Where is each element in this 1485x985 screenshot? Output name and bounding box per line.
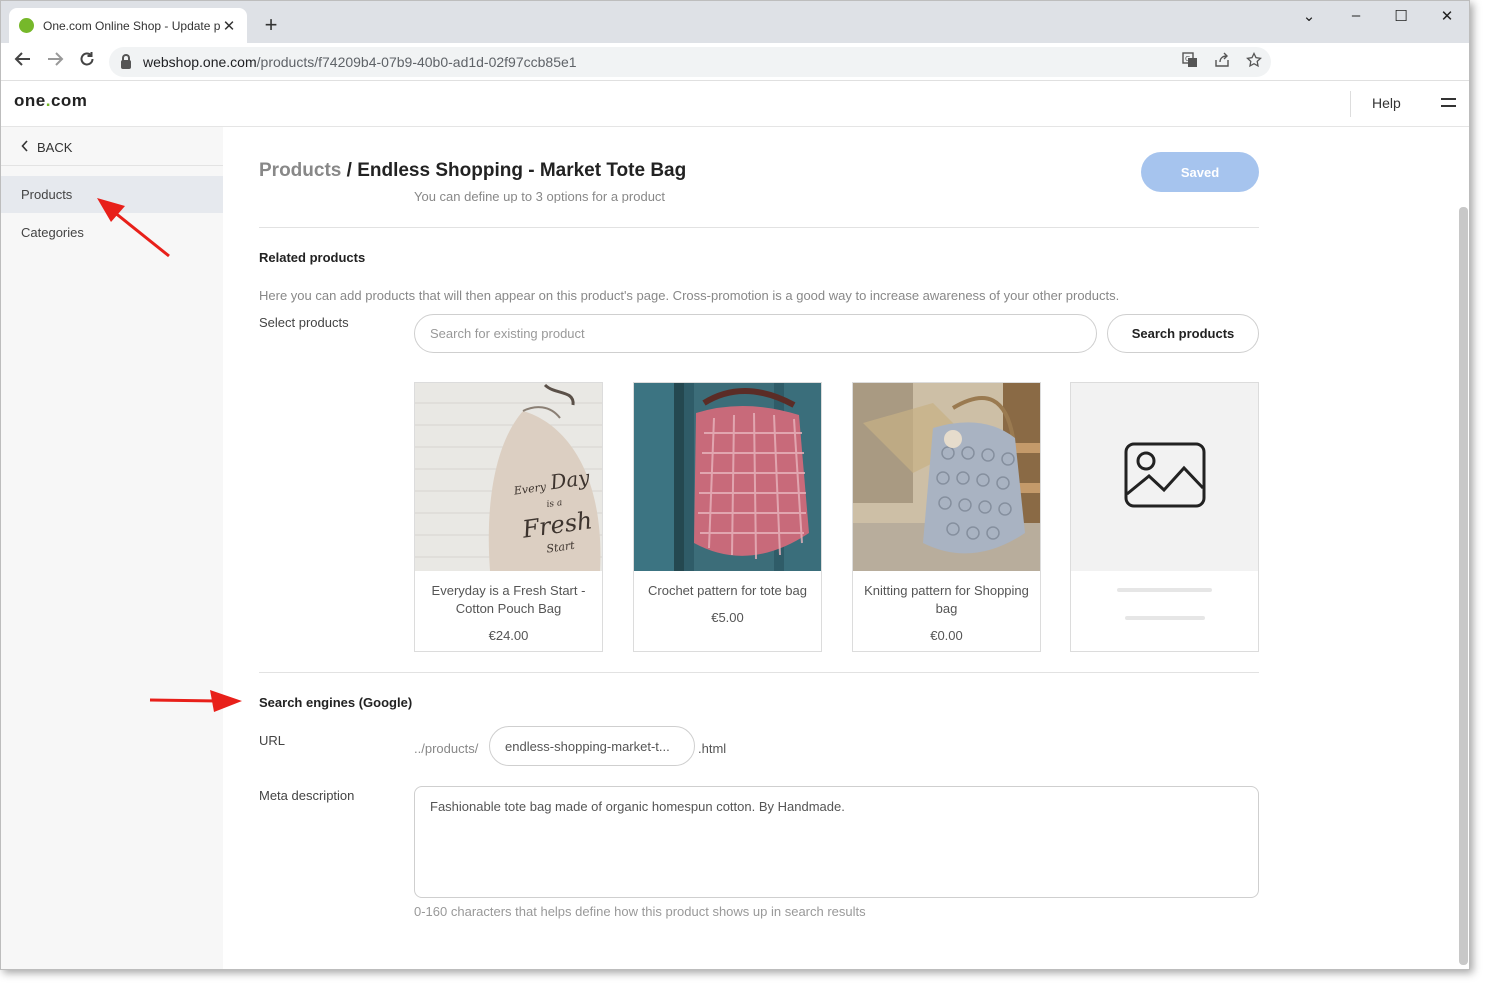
browser-tab[interactable]: One.com Online Shop - Update p ✕	[9, 8, 247, 43]
product-price: €24.00	[488, 628, 529, 643]
one-com-logo[interactable]: one.com	[14, 91, 87, 111]
image-placeholder-icon	[1124, 442, 1206, 513]
browser-window: One.com Online Shop - Update p ✕ + ⌄ – ☐…	[0, 0, 1470, 970]
select-products-label: Select products	[259, 315, 349, 330]
favicon-icon	[19, 18, 34, 33]
saved-button[interactable]: Saved	[1141, 152, 1259, 192]
product-card[interactable]: Knitting pattern for Shopping bag €0.00	[852, 382, 1041, 652]
svg-text:G: G	[1185, 55, 1190, 63]
app-header: one.com Help	[1, 81, 1469, 127]
search-engines-heading: Search engines (Google)	[259, 695, 413, 710]
pouch-word-fresh: Fresh	[520, 506, 595, 544]
url-host: webshop.one.com	[143, 54, 257, 70]
reload-icon[interactable]	[76, 50, 98, 73]
options-hint: You can define up to 3 options for a pro…	[414, 191, 665, 203]
translate-icon[interactable]: G	[1181, 52, 1199, 71]
url-path: /products/f74209b4-07b9-40b0-ad1d-02f97c…	[256, 54, 577, 70]
page-scrollbar[interactable]	[1459, 207, 1468, 965]
product-price: €0.00	[930, 628, 963, 643]
product-image	[634, 383, 821, 571]
url-label: URL	[259, 733, 286, 748]
minimize-button[interactable]: –	[1346, 7, 1366, 24]
address-bar[interactable]: webshop.one.com/products/f74209b4-07b9-4…	[109, 47, 1271, 77]
back-label: BACK	[37, 139, 73, 155]
url-slug-input[interactable]: endless-shopping-market-t...	[489, 726, 695, 766]
help-link[interactable]: Help	[1372, 95, 1401, 111]
url-prefix: ../products/	[414, 741, 479, 756]
forward-arrow-icon[interactable]	[44, 50, 66, 73]
sidebar-item-label: Categories	[21, 225, 84, 240]
star-icon[interactable]	[1245, 51, 1263, 71]
pouch-word-is-a: is a	[545, 498, 563, 511]
search-products-button[interactable]: Search products	[1107, 314, 1259, 353]
header-divider	[1350, 91, 1351, 117]
pouch-print: Every Day is a Fresh Start	[506, 465, 602, 561]
maximize-button[interactable]: ☐	[1391, 7, 1411, 25]
url-suffix: .html	[698, 741, 727, 756]
sidebar-item-label: Products	[21, 187, 73, 202]
tab-title: One.com Online Shop - Update p	[43, 18, 221, 33]
sidebar-item-products[interactable]: Products	[1, 176, 223, 213]
sidebar-item-categories[interactable]: Categories	[1, 214, 223, 251]
page-title: Endless Shopping - Market Tote Bag	[357, 160, 687, 181]
product-card-placeholder[interactable]	[1070, 382, 1259, 652]
image-placeholder	[1071, 383, 1258, 571]
sidebar-divider	[1, 165, 223, 166]
chevron-left-icon	[21, 139, 29, 155]
related-products-heading: Related products	[259, 250, 366, 265]
new-tab-button[interactable]: +	[260, 12, 282, 38]
back-link[interactable]: BACK	[21, 139, 72, 155]
tab-close-icon[interactable]: ✕	[221, 17, 237, 35]
product-name: Knitting pattern for Shopping bag	[864, 583, 1029, 616]
menu-icon[interactable]	[1441, 98, 1456, 112]
breadcrumb-separator: /	[341, 160, 358, 181]
product-card[interactable]: Every Day is a Fresh Start Everyday is a…	[414, 382, 603, 652]
pouch-word-start: Start	[545, 538, 576, 556]
logo-text: one	[14, 91, 46, 110]
back-arrow-icon[interactable]	[12, 50, 34, 73]
skeleton-line	[1124, 616, 1205, 620]
breadcrumb: Products / Endless Shopping - Market Tot…	[259, 160, 686, 182]
product-name: Everyday is a Fresh Start - Cotton Pouch…	[431, 583, 586, 616]
logo-tail: com	[50, 91, 88, 110]
related-products-description: Here you can add products that will then…	[259, 288, 1120, 303]
close-window-button[interactable]: ✕	[1437, 7, 1457, 25]
meta-description-help: 0-160 characters that helps define how t…	[414, 904, 866, 919]
tab-search-icon[interactable]: ⌄	[1299, 7, 1319, 25]
pouch-word-day: Day	[548, 465, 592, 495]
lock-icon	[121, 53, 131, 69]
section-divider	[259, 672, 1259, 673]
pouch-word-every: Every	[513, 480, 547, 498]
sidebar: BACK Products Categories	[1, 127, 223, 969]
tab-strip: One.com Online Shop - Update p ✕ + ⌄ – ☐…	[1, 1, 1469, 43]
skeleton-line	[1117, 588, 1212, 592]
product-image	[853, 383, 1040, 571]
share-icon[interactable]	[1213, 52, 1231, 71]
options-hint-text: You can define up to 3 options for a pro…	[414, 191, 666, 203]
breadcrumb-root[interactable]: Products	[259, 160, 341, 181]
product-card[interactable]: Crochet pattern for tote bag €5.00	[633, 382, 822, 652]
browser-toolbar: webshop.one.com/products/f74209b4-07b9-4…	[1, 43, 1469, 81]
meta-description-textarea[interactable]: Fashionable tote bag made of organic hom…	[414, 786, 1259, 898]
product-name: Crochet pattern for tote bag	[648, 583, 807, 598]
product-image: Every Day is a Fresh Start	[415, 383, 602, 571]
product-price: €5.00	[711, 610, 744, 625]
meta-description-label: Meta description	[259, 788, 355, 803]
section-divider	[259, 227, 1259, 228]
product-search-input[interactable]	[414, 314, 1097, 353]
